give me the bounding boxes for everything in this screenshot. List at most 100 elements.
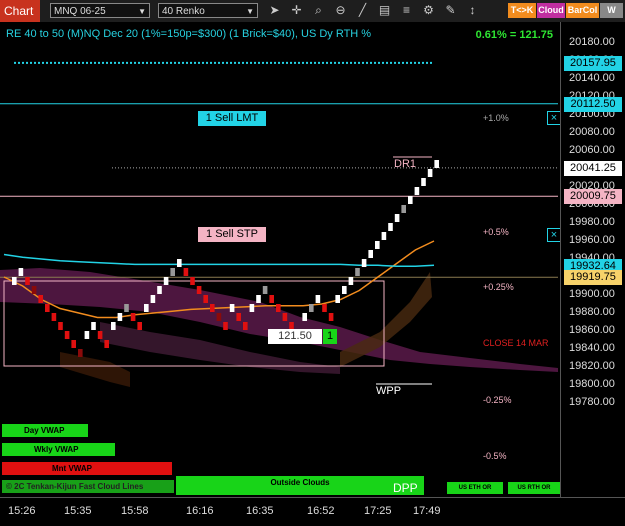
tk-cloud-2 xyxy=(60,352,130,387)
properties-icon[interactable]: ≡ xyxy=(398,2,415,19)
renko-brick xyxy=(342,286,347,294)
symbol-value: MNQ 06-25 xyxy=(54,6,106,17)
price-marker-label: 19919.75 xyxy=(564,270,622,286)
renko-brick xyxy=(78,349,83,357)
chart-button[interactable]: Chart xyxy=(0,0,40,22)
renko-brick xyxy=(203,295,208,303)
price-tick-label: 19820.00 xyxy=(569,360,615,372)
renko-brick xyxy=(38,295,43,303)
renko-brick xyxy=(421,178,426,186)
renko-brick xyxy=(368,250,373,258)
renko-brick xyxy=(216,313,222,321)
tk-button[interactable]: T<>K xyxy=(508,3,536,18)
renko-brick xyxy=(71,340,76,348)
renko-brick xyxy=(111,322,116,330)
renko-brick xyxy=(150,295,156,303)
position-qty[interactable]: 1 xyxy=(323,329,337,344)
sell-lmt-order[interactable]: 1 Sell LMT xyxy=(198,111,266,126)
renko-brick xyxy=(117,313,123,321)
us-eth-or-bar: US ETH OR xyxy=(447,482,503,494)
renko-brick xyxy=(302,313,307,321)
price-marker-label: 20009.75 xyxy=(564,189,622,205)
time-axis[interactable]: 15:26 15:35 15:58 16:16 16:35 16:52 17:25 17:49 xyxy=(0,497,625,526)
cancel-sell-stp-icon[interactable]: × xyxy=(547,228,561,242)
fit-icon[interactable]: ↕ xyxy=(464,2,481,19)
dpp-label: DPP xyxy=(393,481,418,495)
position-pnl[interactable]: 121.50 xyxy=(268,329,322,344)
renko-brick xyxy=(104,340,109,348)
renko-brick xyxy=(229,304,235,312)
strategy-icon[interactable]: ⚙ xyxy=(420,2,437,19)
price-tick-label: 20060.00 xyxy=(569,144,615,156)
time-tick-label: 17:49 xyxy=(413,505,441,517)
toolbar: Chart MNQ 06-25 ▼ 40 Renko ▼ ➤ ✛ ⌕ ⊖ ╱ ▤… xyxy=(0,0,625,23)
price-tick-label: 20080.00 xyxy=(569,126,615,138)
renko-brick xyxy=(414,187,420,195)
symbol-select[interactable]: MNQ 06-25 ▼ xyxy=(50,3,150,18)
chevron-down-icon: ▼ xyxy=(138,7,146,16)
renko-brick xyxy=(130,313,136,321)
plus-1-pct-label: +1.0% xyxy=(483,113,509,123)
renko-brick xyxy=(309,304,314,312)
renko-brick xyxy=(322,304,327,312)
renko-brick xyxy=(328,313,334,321)
template-icon[interactable]: ▤ xyxy=(376,2,393,19)
renko-brick xyxy=(381,232,387,240)
renko-brick xyxy=(12,277,17,285)
renko-brick xyxy=(190,277,195,285)
renko-brick xyxy=(408,196,413,204)
w-button[interactable]: W xyxy=(600,3,623,18)
price-tick-label: 19980.00 xyxy=(569,216,615,228)
renko-brick xyxy=(91,322,96,330)
day-vwap-bar: Day VWAP xyxy=(2,424,88,437)
price-tick-label: 19800.00 xyxy=(569,378,615,390)
price-axis[interactable]: 20180.0020160.0020140.0020120.0020100.00… xyxy=(560,22,625,497)
renko-brick xyxy=(51,313,57,321)
renko-brick xyxy=(18,268,24,276)
price-tick-label: 20180.00 xyxy=(569,36,615,48)
minus-05-pct-label: -0.5% xyxy=(483,451,507,461)
price-marker-label: 20157.95 xyxy=(564,55,622,71)
crosshair-icon[interactable]: ✛ xyxy=(288,2,305,19)
cloud-button[interactable]: Cloud xyxy=(537,3,565,18)
plus-05-pct-label: +0.5% xyxy=(483,227,509,237)
renko-brick xyxy=(282,313,288,321)
pointer-icon[interactable]: ➤ xyxy=(266,2,283,19)
kijun-cloud-bar: © 2C Tenkan-Kijun Fast Cloud Lines xyxy=(2,480,174,493)
renko-brick xyxy=(269,295,274,303)
renko-brick xyxy=(170,268,175,276)
dr1-label: DR1 xyxy=(394,158,417,170)
time-tick-label: 17:25 xyxy=(364,505,392,517)
zoom-out-icon[interactable]: ⊖ xyxy=(332,2,349,19)
price-marker-label: 20041.25 xyxy=(564,160,622,176)
zoom-icon[interactable]: ⌕ xyxy=(310,2,327,19)
chart-type-value: 40 Renko xyxy=(162,6,205,17)
settings-icon[interactable]: ✎ xyxy=(442,2,459,19)
time-tick-label: 16:16 xyxy=(186,505,214,517)
wpp-label: WPP xyxy=(376,385,402,397)
renko-brick xyxy=(256,295,261,303)
renko-brick xyxy=(223,322,228,330)
sell-stp-order[interactable]: 1 Sell STP xyxy=(198,227,266,242)
time-tick-label: 15:26 xyxy=(8,505,36,517)
renko-brick xyxy=(427,169,433,177)
renko-brick xyxy=(236,313,241,321)
renko-brick xyxy=(243,322,248,330)
renko-brick xyxy=(196,286,202,294)
chart-type-select[interactable]: 40 Renko ▼ xyxy=(158,3,258,18)
renko-brick xyxy=(183,268,189,276)
renko-brick xyxy=(361,259,367,267)
renko-brick xyxy=(434,160,439,168)
barcol-button[interactable]: BarCol xyxy=(566,3,599,18)
draw-line-icon[interactable]: ╱ xyxy=(354,2,371,19)
chart-title: RE 40 to 50 (M)NQ Dec 20 (1%=150p=$300) … xyxy=(6,28,372,40)
price-tick-label: 19960.00 xyxy=(569,234,615,246)
renko-brick xyxy=(58,322,63,330)
renko-brick xyxy=(64,331,70,339)
renko-brick xyxy=(315,295,321,303)
close-label: CLOSE 14 MAR xyxy=(483,338,549,348)
cancel-sell-lmt-icon[interactable]: × xyxy=(547,111,561,125)
renko-brick xyxy=(375,241,380,249)
renko-brick xyxy=(84,331,90,339)
time-tick-label: 16:52 xyxy=(307,505,335,517)
